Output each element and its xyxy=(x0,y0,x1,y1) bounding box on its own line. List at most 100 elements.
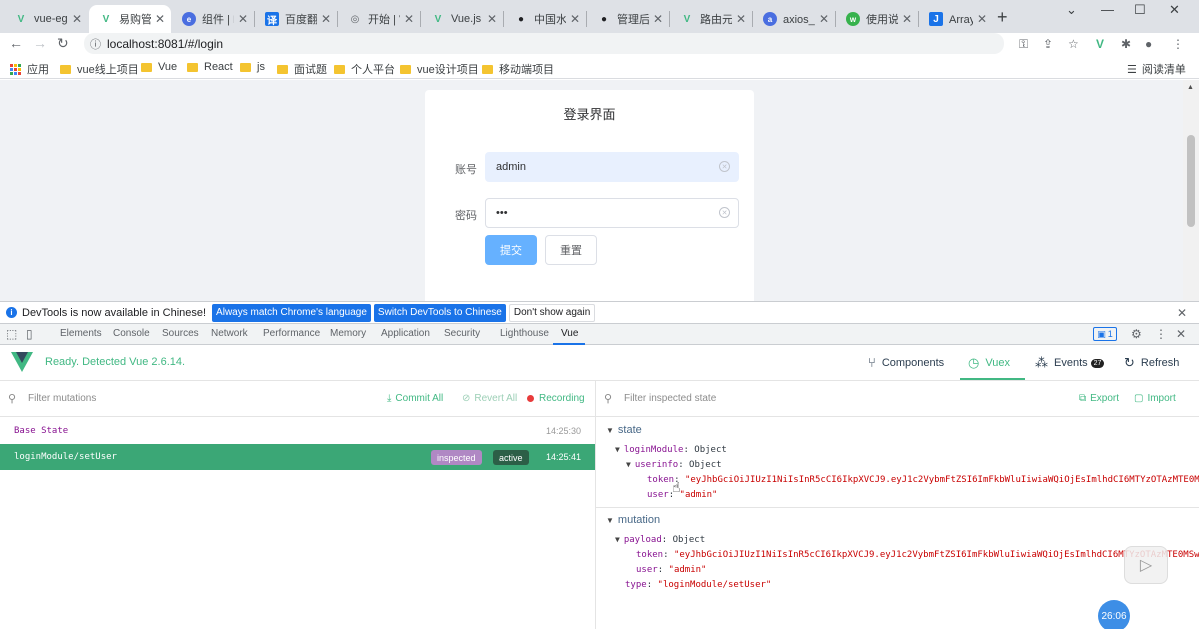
bookmark-folder[interactable]: vue线上项目 xyxy=(60,61,139,77)
settings-gear-icon[interactable]: ⚙ xyxy=(1131,327,1142,341)
browser-tab[interactable]: ◎开始 | Vu✕ xyxy=(338,5,420,33)
close-icon[interactable]: ✕ xyxy=(238,12,248,26)
profile-icon[interactable]: ● xyxy=(1145,37,1152,51)
commit-all-button[interactable]: ⤓ Commit All xyxy=(387,393,443,404)
vue-extension-icon[interactable]: V xyxy=(1096,37,1104,51)
close-icon[interactable]: ✕ xyxy=(819,12,829,26)
clear-icon[interactable]: ✕ xyxy=(719,161,730,172)
close-icon[interactable]: ✕ xyxy=(653,12,663,26)
clear-icon[interactable]: ✕ xyxy=(719,207,730,218)
browser-tab[interactable]: V路由元信✕ xyxy=(670,5,752,33)
close-icon[interactable]: ✕ xyxy=(155,12,165,26)
reset-button[interactable]: 重置 xyxy=(545,235,597,265)
revert-all-button[interactable]: ⊘ Revert All xyxy=(462,393,517,404)
bookmark-folder[interactable]: 个人平台 xyxy=(334,61,395,77)
password-input[interactable]: ••• ✕ xyxy=(485,198,739,228)
nav-refresh[interactable]: ↻ Refresh xyxy=(1124,355,1179,371)
maximize-button[interactable]: ☐ xyxy=(1134,2,1146,18)
mutation-row-base-state[interactable]: Base State 14:25:30 xyxy=(0,418,595,444)
match-language-button[interactable]: Always match Chrome's language xyxy=(212,303,371,322)
forward-icon[interactable]: → xyxy=(33,35,47,51)
switch-chinese-button[interactable]: Switch DevTools to Chinese xyxy=(373,303,506,322)
extensions-icon[interactable]: ✱ xyxy=(1121,37,1131,51)
tree-node-user[interactable]: user: "admin" xyxy=(647,490,717,500)
tree-node-payload-token[interactable]: token: "eyJhbGciOiJIUzI1NiIsInR5cCI6IkpX… xyxy=(636,550,1199,560)
reload-icon[interactable]: ↻ xyxy=(57,35,69,52)
issues-badge[interactable]: ▣ 1 xyxy=(1093,327,1117,341)
account-input[interactable]: admin ✕ xyxy=(485,152,739,182)
tab-vue[interactable]: Vue xyxy=(561,328,578,339)
reading-list[interactable]: ☰ 阅读清单 xyxy=(1127,61,1186,77)
minimize-button[interactable]: — xyxy=(1101,2,1114,17)
page-scrollbar[interactable]: ▲ xyxy=(1183,80,1199,301)
export-button[interactable]: ⧉ Export xyxy=(1079,393,1119,404)
browser-tab-active[interactable]: V易购管理✕ xyxy=(89,5,171,33)
tab-network[interactable]: Network xyxy=(211,328,248,339)
tab-lighthouse[interactable]: Lighthouse xyxy=(500,328,549,339)
key-icon[interactable]: ⚿ xyxy=(1019,37,1028,52)
tab-sources[interactable]: Sources xyxy=(162,328,199,339)
share-icon[interactable]: ⇪ xyxy=(1043,37,1053,51)
nav-vuex[interactable]: ◷ Vuex xyxy=(968,355,1010,371)
scrollbar-thumb[interactable] xyxy=(1187,135,1195,227)
close-devtools-icon[interactable]: ✕ xyxy=(1176,327,1186,341)
browser-tab[interactable]: V Vue.js ✕ xyxy=(421,5,503,33)
bookmark-apps[interactable]: 应用 xyxy=(10,61,49,77)
tree-node-userinfo[interactable]: ▼ userinfo: Object xyxy=(626,460,722,470)
filter-state-input[interactable]: Filter inspected state xyxy=(624,393,716,404)
close-window-button[interactable]: ✕ xyxy=(1169,2,1180,18)
bookmark-folder[interactable]: Vue xyxy=(141,61,177,73)
close-icon[interactable]: ✕ xyxy=(404,12,414,26)
state-section-header[interactable]: ▼ state xyxy=(606,424,642,436)
mutation-section-header[interactable]: ▼ mutation xyxy=(606,514,660,526)
tree-node-payload-user[interactable]: user: "admin" xyxy=(636,565,706,575)
menu-icon[interactable]: ⋮ xyxy=(1172,37,1184,51)
close-icon[interactable]: ✕ xyxy=(1177,306,1187,320)
star-icon[interactable]: ☆ xyxy=(1068,37,1079,51)
import-button[interactable]: ▢ Import xyxy=(1134,393,1176,404)
submit-button[interactable]: 提交 xyxy=(485,235,537,265)
site-info-icon[interactable]: ⓘ xyxy=(90,36,101,52)
back-icon[interactable]: ← xyxy=(9,35,23,51)
tab-search-icon[interactable]: ⌄ xyxy=(1066,2,1077,18)
tree-node-payload[interactable]: ▼ payload: Object xyxy=(615,535,705,545)
tree-node-loginmodule[interactable]: ▼ loginModule: Object xyxy=(615,445,727,455)
scroll-up-icon[interactable]: ▲ xyxy=(1187,84,1194,91)
browser-tab[interactable]: Vvue-ego✕ xyxy=(4,5,88,33)
close-icon[interactable]: ✕ xyxy=(487,12,497,26)
tab-security[interactable]: Security xyxy=(444,328,480,339)
bookmark-folder[interactable]: vue设计项目 xyxy=(400,61,479,77)
bookmark-folder[interactable]: React xyxy=(187,61,233,73)
close-icon[interactable]: ✕ xyxy=(72,12,82,26)
close-icon[interactable]: ✕ xyxy=(977,12,987,26)
close-icon[interactable]: ✕ xyxy=(321,12,331,26)
nav-events[interactable]: ⁂ Events 27 xyxy=(1035,355,1105,371)
address-bar[interactable]: ⓘ localhost:8081/#/login xyxy=(84,33,1004,54)
device-toolbar-icon[interactable]: ▯ xyxy=(26,327,33,341)
more-options-icon[interactable]: ⋮ xyxy=(1155,327,1167,341)
tab-performance[interactable]: Performance xyxy=(263,328,320,339)
mutation-row-selected[interactable]: loginModule/setUser inspected active 14:… xyxy=(0,444,595,470)
bookmark-folder[interactable]: 面试题 xyxy=(277,61,327,77)
new-tab-button[interactable]: + xyxy=(997,7,1008,28)
close-icon[interactable]: ✕ xyxy=(736,12,746,26)
browser-tab[interactable]: e组件 | El✕ xyxy=(172,5,254,33)
tree-node-type[interactable]: type: "loginModule/setUser" xyxy=(625,580,771,590)
recording-toggle[interactable]: Recording xyxy=(527,393,585,404)
close-icon[interactable]: ✕ xyxy=(902,12,912,26)
tab-application[interactable]: Application xyxy=(381,328,430,339)
tree-node-token[interactable]: token: "eyJhbGciOiJIUzI1NiIsInR5cCI6IkpX… xyxy=(647,475,1199,485)
bookmark-folder[interactable]: 移动端项目 xyxy=(482,61,554,77)
browser-tab[interactable]: aaxios_已✕ xyxy=(753,5,835,33)
tab-console[interactable]: Console xyxy=(113,328,150,339)
browser-tab[interactable]: ●中国水利✕ xyxy=(504,5,586,33)
close-icon[interactable]: ✕ xyxy=(570,12,580,26)
inspect-element-icon[interactable]: ⬚ xyxy=(6,327,17,341)
dont-show-again-button[interactable]: Don't show again xyxy=(508,303,596,322)
play-icon[interactable]: ▷ xyxy=(1124,546,1168,584)
bookmark-folder[interactable]: js xyxy=(240,61,265,73)
browser-tab[interactable]: ●管理后台✕ xyxy=(587,5,669,33)
filter-mutations-input[interactable]: Filter mutations xyxy=(28,393,96,404)
tab-memory[interactable]: Memory xyxy=(330,328,366,339)
tab-elements[interactable]: Elements xyxy=(60,328,102,339)
